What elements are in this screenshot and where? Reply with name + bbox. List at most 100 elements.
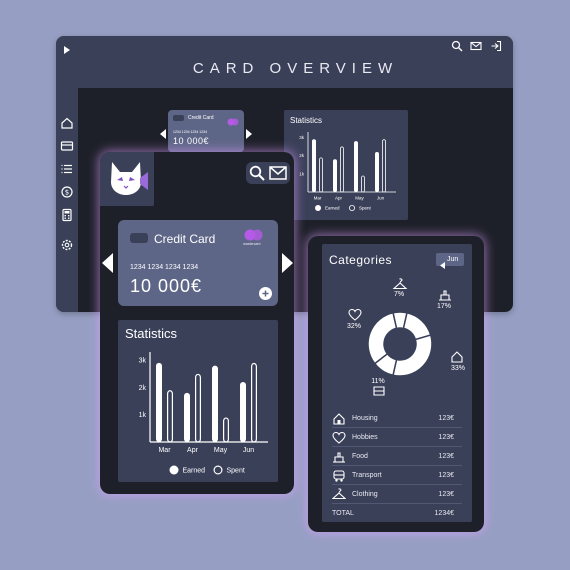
add-card-icon[interactable] xyxy=(259,287,272,305)
list-icon[interactable] xyxy=(60,162,74,176)
category-value: 123€ xyxy=(438,434,454,441)
search-icon[interactable] xyxy=(451,40,463,52)
statistics-chart: 3k 2k 1k Mar Apr May Jun Earned Spent xyxy=(139,352,268,475)
y-tick-label: 1k xyxy=(299,171,305,176)
prev-card-arrow[interactable] xyxy=(160,126,166,144)
table-row[interactable]: Housing 123€ xyxy=(332,410,462,428)
logo-container xyxy=(100,152,154,206)
heart-icon xyxy=(348,308,362,321)
legend-earned-marker xyxy=(315,205,321,211)
x-tick-label: May xyxy=(214,447,228,454)
cat-logo-icon xyxy=(108,160,150,203)
table-row[interactable]: Clothing 123€ xyxy=(331,486,462,504)
desktop-header: CARD OVERVIEW xyxy=(78,36,513,88)
category-value: 123€ xyxy=(438,472,454,479)
search-icon[interactable] xyxy=(249,165,265,186)
calculator-icon[interactable] xyxy=(60,208,74,222)
house-icon xyxy=(451,351,463,363)
bar-spent xyxy=(361,175,366,193)
total-row: TOTAL 1234€ xyxy=(332,505,462,523)
bar-spent xyxy=(222,417,229,443)
desktop-statistics-panel: Statistics 3k 2k 1k Mar Apr May Jun Earned Spent xyxy=(284,110,408,220)
house-icon-shape xyxy=(451,351,463,363)
total-value: 1234€ xyxy=(434,510,454,517)
bar-spent xyxy=(166,390,173,443)
donut-slice xyxy=(367,311,398,365)
category-name: Transport xyxy=(352,472,382,479)
next-card-arrow[interactable] xyxy=(246,126,252,144)
bus-icon xyxy=(373,386,385,396)
categories-donut-chart: 32% 7% 17% 33% 11% xyxy=(347,278,465,396)
legend-spent-label: Spent xyxy=(359,206,372,211)
mobile-card-screen: Credit Card mastercard 1234 1234 1234 12… xyxy=(100,152,294,494)
donut-percent-label: 7% xyxy=(394,291,404,298)
next-card-arrow[interactable] xyxy=(282,253,293,278)
card-brand: mastercard xyxy=(243,242,261,246)
category-value: 123€ xyxy=(438,415,454,422)
bar-earned xyxy=(212,365,218,442)
categories-panel: Categories Jun 32% 7% 17% 33% 11% Housing 12… xyxy=(322,244,472,522)
hanger-icon xyxy=(392,278,408,290)
food-icon xyxy=(439,290,451,301)
chip-icon xyxy=(173,115,184,121)
page-title: CARD OVERVIEW xyxy=(192,60,399,77)
money-icon[interactable]: $ xyxy=(60,185,74,199)
header-actions xyxy=(246,162,290,184)
food-icon-shape xyxy=(439,290,451,301)
heart-icon-shape xyxy=(348,308,362,321)
mail-icon[interactable] xyxy=(269,166,287,185)
card-label: Credit Card xyxy=(154,232,216,246)
y-tick-label: 2k xyxy=(139,385,147,392)
bar-earned xyxy=(354,141,358,192)
donut-percent-label: 32% xyxy=(347,323,361,330)
legend-spent-marker xyxy=(349,205,356,212)
table-row[interactable]: Transport 123€ xyxy=(332,467,462,485)
legend-earned-marker xyxy=(169,465,179,475)
card-amount: 10 000€ xyxy=(173,136,210,146)
total-label: TOTAL xyxy=(332,510,354,517)
card-number: 1234 1234 1234 1234 xyxy=(130,264,199,271)
donut-percent-label: 11% xyxy=(371,378,385,385)
home-icon[interactable] xyxy=(60,116,74,130)
mail-icon[interactable] xyxy=(470,40,482,52)
category-value: 123€ xyxy=(438,491,454,498)
category-value: 123€ xyxy=(438,453,454,460)
x-tick-label: Jun xyxy=(243,447,254,454)
bar-spent xyxy=(251,362,258,443)
statistics-panel: Statistics 3k 2k 1k Mar Apr May Jun Earned Spent xyxy=(118,320,278,482)
card-icon[interactable] xyxy=(60,139,74,153)
card-label: Credit Card xyxy=(188,115,214,121)
x-tick-label: Apr xyxy=(335,196,343,201)
bar-earned xyxy=(312,139,316,192)
donut-slice xyxy=(392,334,433,377)
bar-earned xyxy=(156,362,162,442)
bar-earned xyxy=(240,382,246,442)
y-tick-label: 3k xyxy=(299,135,305,140)
y-tick-label: 3k xyxy=(139,358,147,365)
bar-earned xyxy=(184,392,190,442)
expand-sidebar-icon[interactable] xyxy=(62,42,72,54)
desktop-sidebar: $ xyxy=(56,36,78,312)
x-tick-label: Mar xyxy=(314,196,322,201)
heart-icon xyxy=(332,431,346,445)
chip-icon xyxy=(130,233,148,243)
credit-card[interactable]: Credit Card mastercard 1234 1234 1234 12… xyxy=(118,220,278,306)
bar-spent xyxy=(382,139,387,193)
credit-card-preview[interactable]: Credit Card 1234 1234 1234 1234 10 000€ xyxy=(168,110,244,152)
bus-icon-shape xyxy=(373,386,385,396)
settings-icon[interactable] xyxy=(60,238,74,252)
hanger-icon xyxy=(331,488,347,502)
mastercard-logo-icon xyxy=(226,113,240,131)
bar-spent xyxy=(194,373,201,443)
legend-spent-label: Spent xyxy=(227,467,245,474)
food-icon xyxy=(332,450,346,464)
x-tick-label: Apr xyxy=(187,447,199,454)
x-tick-label: May xyxy=(355,196,364,201)
prev-card-arrow[interactable] xyxy=(102,253,113,278)
logout-icon[interactable] xyxy=(490,40,502,52)
table-row[interactable]: Food 123€ xyxy=(332,448,462,466)
svg-text:$: $ xyxy=(65,189,69,197)
desktop-statistics-chart: 3k 2k 1k Mar Apr May Jun Earned Spent xyxy=(299,132,396,212)
legend-spent-marker xyxy=(213,465,223,475)
table-row[interactable]: Hobbies 123€ xyxy=(332,429,462,447)
